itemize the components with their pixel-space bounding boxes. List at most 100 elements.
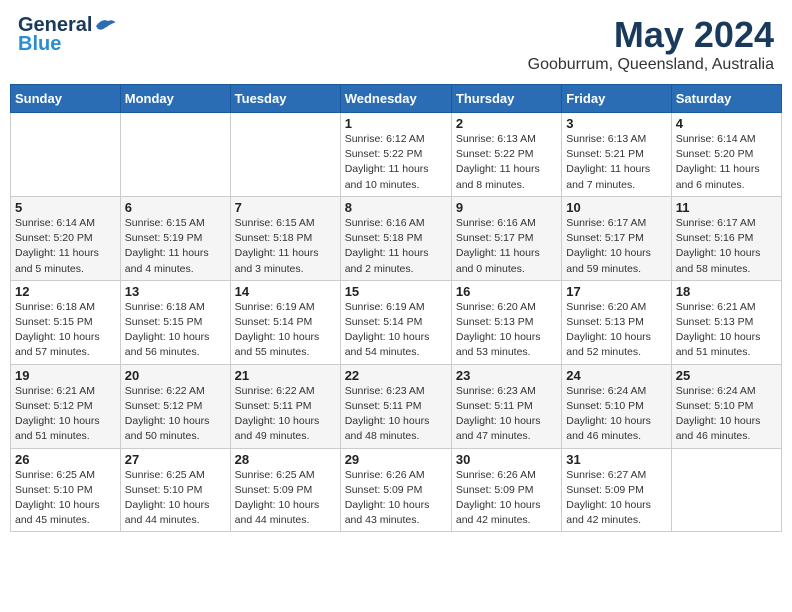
day-number: 26	[15, 452, 116, 467]
day-info: Sunrise: 6:18 AM Sunset: 5:15 PM Dayligh…	[15, 300, 116, 361]
day-info: Sunrise: 6:21 AM Sunset: 5:13 PM Dayligh…	[676, 300, 777, 361]
day-number: 27	[125, 452, 226, 467]
day-info: Sunrise: 6:24 AM Sunset: 5:10 PM Dayligh…	[566, 384, 666, 445]
day-info: Sunrise: 6:25 AM Sunset: 5:10 PM Dayligh…	[125, 468, 226, 529]
day-number: 19	[15, 368, 116, 383]
calendar-cell: 18Sunrise: 6:21 AM Sunset: 5:13 PM Dayli…	[671, 280, 781, 364]
day-number: 9	[456, 200, 557, 215]
day-number: 29	[345, 452, 447, 467]
weekday-header-row: SundayMondayTuesdayWednesdayThursdayFrid…	[11, 85, 782, 113]
day-number: 10	[566, 200, 666, 215]
calendar-cell: 12Sunrise: 6:18 AM Sunset: 5:15 PM Dayli…	[11, 280, 121, 364]
calendar-cell: 2Sunrise: 6:13 AM Sunset: 5:22 PM Daylig…	[451, 113, 561, 197]
calendar-cell: 8Sunrise: 6:16 AM Sunset: 5:18 PM Daylig…	[340, 196, 451, 280]
calendar-cell: 11Sunrise: 6:17 AM Sunset: 5:16 PM Dayli…	[671, 196, 781, 280]
month-title: May 2024	[528, 14, 774, 56]
calendar-week-row: 19Sunrise: 6:21 AM Sunset: 5:12 PM Dayli…	[11, 364, 782, 448]
logo-bird-icon	[94, 17, 116, 35]
calendar-cell: 16Sunrise: 6:20 AM Sunset: 5:13 PM Dayli…	[451, 280, 561, 364]
logo-blue: Blue	[18, 33, 61, 56]
weekday-header: Monday	[120, 85, 230, 113]
calendar-cell	[11, 113, 121, 197]
calendar-cell: 28Sunrise: 6:25 AM Sunset: 5:09 PM Dayli…	[230, 448, 340, 532]
day-info: Sunrise: 6:20 AM Sunset: 5:13 PM Dayligh…	[456, 300, 557, 361]
weekday-header: Sunday	[11, 85, 121, 113]
calendar-cell: 13Sunrise: 6:18 AM Sunset: 5:15 PM Dayli…	[120, 280, 230, 364]
day-number: 15	[345, 284, 447, 299]
day-info: Sunrise: 6:27 AM Sunset: 5:09 PM Dayligh…	[566, 468, 666, 529]
day-info: Sunrise: 6:15 AM Sunset: 5:18 PM Dayligh…	[235, 216, 336, 277]
location-title: Gooburrum, Queensland, Australia	[528, 56, 774, 74]
calendar-week-row: 12Sunrise: 6:18 AM Sunset: 5:15 PM Dayli…	[11, 280, 782, 364]
day-info: Sunrise: 6:22 AM Sunset: 5:12 PM Dayligh…	[125, 384, 226, 445]
day-info: Sunrise: 6:17 AM Sunset: 5:17 PM Dayligh…	[566, 216, 666, 277]
day-number: 11	[676, 200, 777, 215]
calendar-cell: 10Sunrise: 6:17 AM Sunset: 5:17 PM Dayli…	[562, 196, 671, 280]
calendar-cell	[230, 113, 340, 197]
day-number: 17	[566, 284, 666, 299]
day-number: 18	[676, 284, 777, 299]
day-number: 21	[235, 368, 336, 383]
calendar-cell	[671, 448, 781, 532]
weekday-header: Tuesday	[230, 85, 340, 113]
calendar-table: SundayMondayTuesdayWednesdayThursdayFrid…	[10, 84, 782, 532]
calendar-cell: 29Sunrise: 6:26 AM Sunset: 5:09 PM Dayli…	[340, 448, 451, 532]
day-number: 28	[235, 452, 336, 467]
calendar-week-row: 5Sunrise: 6:14 AM Sunset: 5:20 PM Daylig…	[11, 196, 782, 280]
day-info: Sunrise: 6:13 AM Sunset: 5:21 PM Dayligh…	[566, 132, 666, 193]
day-info: Sunrise: 6:21 AM Sunset: 5:12 PM Dayligh…	[15, 384, 116, 445]
day-info: Sunrise: 6:26 AM Sunset: 5:09 PM Dayligh…	[345, 468, 447, 529]
calendar-cell: 23Sunrise: 6:23 AM Sunset: 5:11 PM Dayli…	[451, 364, 561, 448]
calendar-cell: 20Sunrise: 6:22 AM Sunset: 5:12 PM Dayli…	[120, 364, 230, 448]
day-number: 31	[566, 452, 666, 467]
calendar-cell: 15Sunrise: 6:19 AM Sunset: 5:14 PM Dayli…	[340, 280, 451, 364]
calendar-cell: 19Sunrise: 6:21 AM Sunset: 5:12 PM Dayli…	[11, 364, 121, 448]
calendar-cell: 21Sunrise: 6:22 AM Sunset: 5:11 PM Dayli…	[230, 364, 340, 448]
day-info: Sunrise: 6:19 AM Sunset: 5:14 PM Dayligh…	[235, 300, 336, 361]
logo: General Blue	[18, 14, 116, 56]
day-info: Sunrise: 6:25 AM Sunset: 5:09 PM Dayligh…	[235, 468, 336, 529]
calendar-cell: 3Sunrise: 6:13 AM Sunset: 5:21 PM Daylig…	[562, 113, 671, 197]
day-info: Sunrise: 6:23 AM Sunset: 5:11 PM Dayligh…	[456, 384, 557, 445]
day-number: 3	[566, 116, 666, 131]
weekday-header: Wednesday	[340, 85, 451, 113]
calendar-cell: 31Sunrise: 6:27 AM Sunset: 5:09 PM Dayli…	[562, 448, 671, 532]
calendar-cell: 22Sunrise: 6:23 AM Sunset: 5:11 PM Dayli…	[340, 364, 451, 448]
weekday-header: Friday	[562, 85, 671, 113]
day-info: Sunrise: 6:19 AM Sunset: 5:14 PM Dayligh…	[345, 300, 447, 361]
calendar-cell: 14Sunrise: 6:19 AM Sunset: 5:14 PM Dayli…	[230, 280, 340, 364]
calendar-cell: 5Sunrise: 6:14 AM Sunset: 5:20 PM Daylig…	[11, 196, 121, 280]
day-number: 2	[456, 116, 557, 131]
day-number: 23	[456, 368, 557, 383]
calendar-cell: 26Sunrise: 6:25 AM Sunset: 5:10 PM Dayli…	[11, 448, 121, 532]
calendar-cell: 24Sunrise: 6:24 AM Sunset: 5:10 PM Dayli…	[562, 364, 671, 448]
day-info: Sunrise: 6:24 AM Sunset: 5:10 PM Dayligh…	[676, 384, 777, 445]
day-number: 1	[345, 116, 447, 131]
day-number: 25	[676, 368, 777, 383]
day-number: 13	[125, 284, 226, 299]
day-number: 6	[125, 200, 226, 215]
day-info: Sunrise: 6:12 AM Sunset: 5:22 PM Dayligh…	[345, 132, 447, 193]
calendar-cell: 9Sunrise: 6:16 AM Sunset: 5:17 PM Daylig…	[451, 196, 561, 280]
page-header: General Blue May 2024 Gooburrum, Queensl…	[10, 10, 782, 78]
day-info: Sunrise: 6:14 AM Sunset: 5:20 PM Dayligh…	[676, 132, 777, 193]
calendar-cell: 6Sunrise: 6:15 AM Sunset: 5:19 PM Daylig…	[120, 196, 230, 280]
calendar-cell: 1Sunrise: 6:12 AM Sunset: 5:22 PM Daylig…	[340, 113, 451, 197]
day-info: Sunrise: 6:26 AM Sunset: 5:09 PM Dayligh…	[456, 468, 557, 529]
day-number: 7	[235, 200, 336, 215]
calendar-week-row: 1Sunrise: 6:12 AM Sunset: 5:22 PM Daylig…	[11, 113, 782, 197]
day-number: 12	[15, 284, 116, 299]
calendar-cell	[120, 113, 230, 197]
day-info: Sunrise: 6:16 AM Sunset: 5:18 PM Dayligh…	[345, 216, 447, 277]
calendar-cell: 27Sunrise: 6:25 AM Sunset: 5:10 PM Dayli…	[120, 448, 230, 532]
day-number: 14	[235, 284, 336, 299]
day-info: Sunrise: 6:18 AM Sunset: 5:15 PM Dayligh…	[125, 300, 226, 361]
title-area: May 2024 Gooburrum, Queensland, Australi…	[528, 14, 774, 74]
day-info: Sunrise: 6:14 AM Sunset: 5:20 PM Dayligh…	[15, 216, 116, 277]
day-number: 30	[456, 452, 557, 467]
day-number: 16	[456, 284, 557, 299]
day-info: Sunrise: 6:25 AM Sunset: 5:10 PM Dayligh…	[15, 468, 116, 529]
calendar-cell: 4Sunrise: 6:14 AM Sunset: 5:20 PM Daylig…	[671, 113, 781, 197]
calendar-cell: 17Sunrise: 6:20 AM Sunset: 5:13 PM Dayli…	[562, 280, 671, 364]
day-info: Sunrise: 6:20 AM Sunset: 5:13 PM Dayligh…	[566, 300, 666, 361]
